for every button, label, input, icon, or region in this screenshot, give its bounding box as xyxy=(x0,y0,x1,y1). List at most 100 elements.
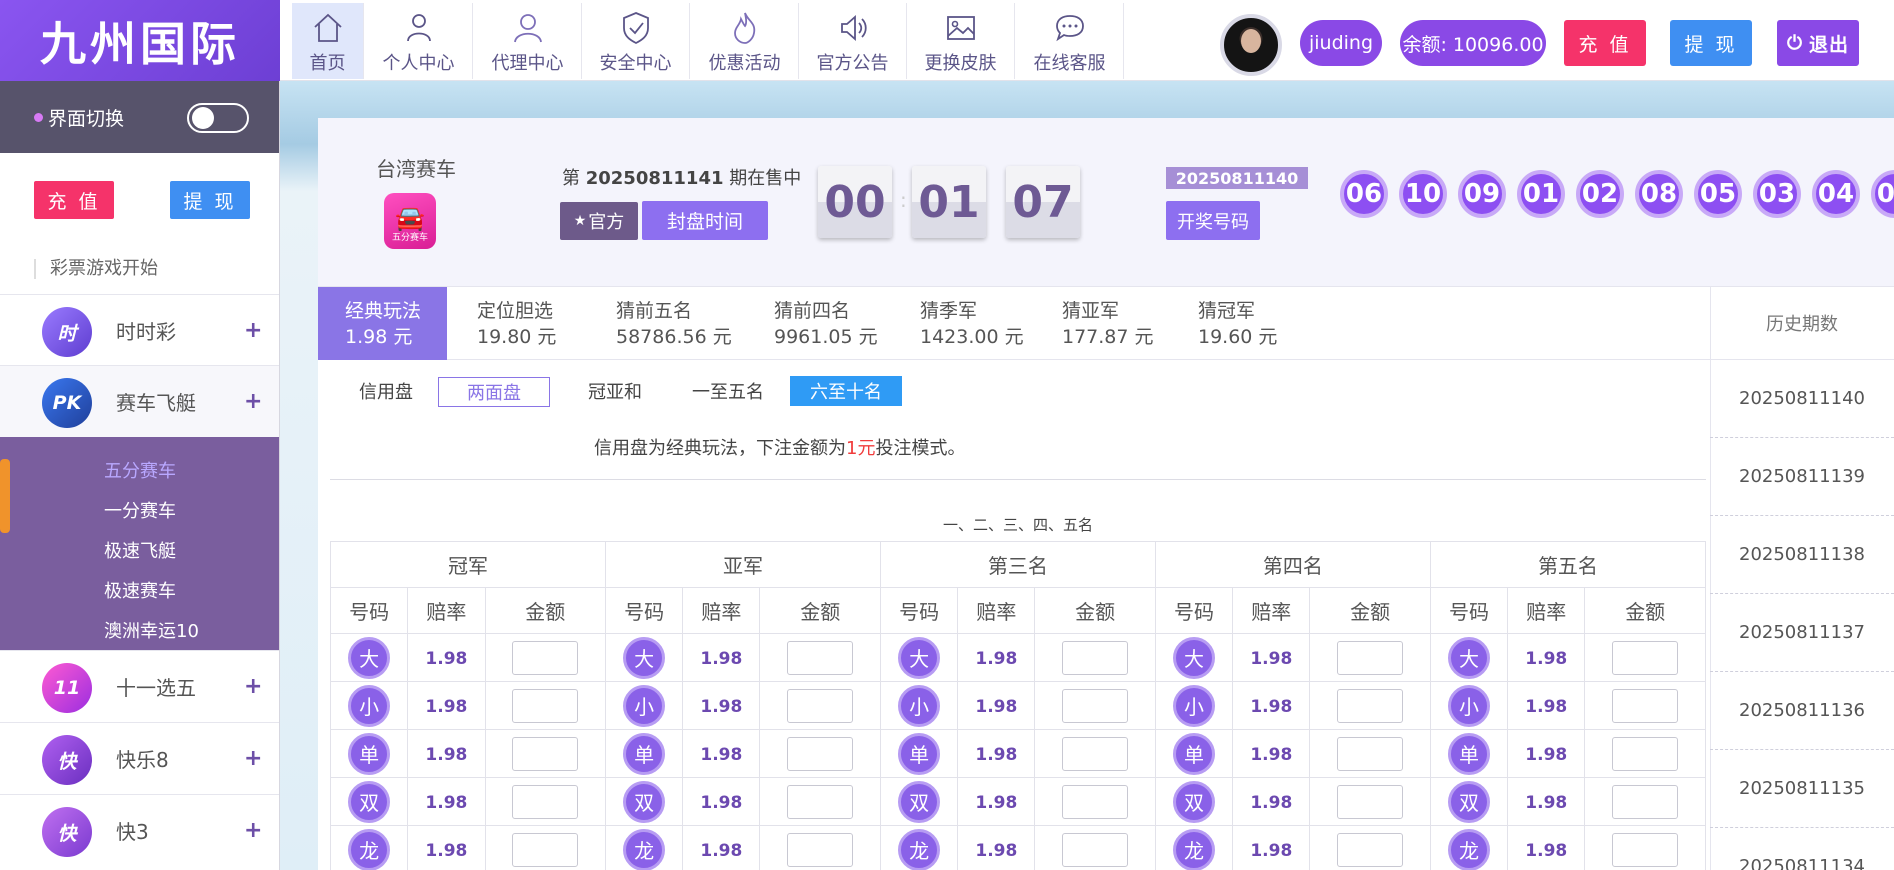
bet-option-ball[interactable]: 双 xyxy=(1448,780,1491,823)
sidebar-withdraw-button[interactable]: 提 现 xyxy=(170,181,250,219)
nav-item-2[interactable]: 代理中心 xyxy=(474,3,582,79)
bet-option-ball[interactable]: 龙 xyxy=(623,828,666,870)
bet-option-cell[interactable]: 大 xyxy=(604,633,684,682)
nav-item-4[interactable]: 优惠活动 xyxy=(691,3,799,79)
logout-button[interactable]: ⏻ 退出 xyxy=(1777,20,1859,66)
bet-option-ball[interactable]: 小 xyxy=(348,684,391,727)
submenu-item-3[interactable]: 极速赛车 xyxy=(104,577,176,603)
bet-amount-input[interactable] xyxy=(512,784,579,819)
bet-option-ball[interactable]: 单 xyxy=(1173,732,1216,775)
play-tab-2[interactable]: 猜前五名 58786.56 元 xyxy=(586,287,744,360)
nav-item-5[interactable]: 官方公告 xyxy=(799,3,907,79)
bet-option-cell[interactable]: 龙 xyxy=(329,825,409,870)
bet-amount-input[interactable] xyxy=(1612,640,1679,675)
recharge-button[interactable]: 充 值 xyxy=(1564,20,1646,66)
bet-option-cell[interactable]: 大 xyxy=(1429,633,1509,682)
bet-option-cell[interactable]: 龙 xyxy=(1429,825,1509,870)
history-period-item[interactable]: 20250811136 xyxy=(1710,672,1894,750)
bet-amount-input[interactable] xyxy=(787,736,854,771)
bet-option-ball[interactable]: 龙 xyxy=(1448,828,1491,870)
play-tab-3[interactable]: 猜前四名 9961.05 元 xyxy=(744,287,890,360)
nav-item-1[interactable]: 个人中心 xyxy=(365,3,473,79)
bet-amount-input[interactable] xyxy=(787,784,854,819)
bet-amount-input[interactable] xyxy=(1062,640,1129,675)
bet-option-cell[interactable]: 大 xyxy=(879,633,959,682)
bet-amount-input[interactable] xyxy=(512,736,579,771)
sidebar-category-2[interactable]: 11 十一选五 + xyxy=(0,650,279,722)
nav-item-7[interactable]: 在线客服 xyxy=(1016,3,1124,79)
play-tab-4[interactable]: 猜季军 1423.00 元 xyxy=(890,287,1032,360)
history-period-item[interactable]: 20250811135 xyxy=(1710,750,1894,828)
tab-champion-runner[interactable]: 冠亚和 xyxy=(574,376,656,406)
bet-option-ball[interactable]: 单 xyxy=(898,732,941,775)
bet-option-cell[interactable]: 小 xyxy=(329,681,409,730)
close-time-button[interactable]: 封盘时间 xyxy=(642,201,768,240)
bet-option-cell[interactable]: 双 xyxy=(329,777,409,826)
nav-item-0[interactable]: 首页 xyxy=(292,3,364,79)
bet-option-cell[interactable]: 单 xyxy=(1154,729,1234,778)
bet-amount-input[interactable] xyxy=(1062,832,1129,867)
bet-amount-input[interactable] xyxy=(1612,832,1679,867)
bet-amount-input[interactable] xyxy=(1612,688,1679,723)
bet-option-ball[interactable]: 单 xyxy=(348,732,391,775)
bet-option-cell[interactable]: 小 xyxy=(1154,681,1234,730)
withdraw-button[interactable]: 提 现 xyxy=(1670,20,1752,66)
expand-plus-icon[interactable]: + xyxy=(244,818,262,843)
bet-option-ball[interactable]: 大 xyxy=(348,636,391,679)
bet-option-cell[interactable]: 单 xyxy=(879,729,959,778)
bet-option-ball[interactable]: 大 xyxy=(623,636,666,679)
play-tab-1[interactable]: 定位胆选 19.80 元 xyxy=(447,287,586,360)
play-tab-6[interactable]: 猜冠军 19.60 元 xyxy=(1168,287,1298,360)
history-period-item[interactable]: 20250811140 xyxy=(1710,360,1894,438)
user-avatar[interactable] xyxy=(1220,14,1282,76)
expand-plus-icon[interactable]: + xyxy=(244,389,262,414)
bet-amount-input[interactable] xyxy=(512,640,579,675)
bet-option-cell[interactable]: 单 xyxy=(604,729,684,778)
history-period-item[interactable]: 20250811134 xyxy=(1710,828,1894,870)
bet-option-ball[interactable]: 双 xyxy=(348,780,391,823)
draw-numbers-button[interactable]: 开奖号码 xyxy=(1166,201,1260,240)
nav-item-6[interactable]: 更换皮肤 xyxy=(907,3,1015,79)
sidebar-category-1[interactable]: PK 赛车飞艇 + xyxy=(0,365,279,437)
history-period-item[interactable]: 20250811139 xyxy=(1710,438,1894,516)
sidebar-scrollbar[interactable] xyxy=(0,459,10,533)
site-logo[interactable]: 九州国际 xyxy=(0,0,280,81)
bet-amount-input[interactable] xyxy=(1062,736,1129,771)
sidebar-category-3[interactable]: 快快乐8 + xyxy=(0,722,279,794)
bet-amount-input[interactable] xyxy=(512,832,579,867)
submenu-item-1[interactable]: 一分赛车 xyxy=(104,497,176,523)
bet-option-cell[interactable]: 小 xyxy=(1429,681,1509,730)
nav-item-3[interactable]: 安全中心 xyxy=(582,3,690,79)
bet-option-cell[interactable]: 双 xyxy=(604,777,684,826)
bet-option-cell[interactable]: 单 xyxy=(329,729,409,778)
expand-plus-icon[interactable]: + xyxy=(244,674,262,699)
bet-option-ball[interactable]: 龙 xyxy=(1173,828,1216,870)
bet-option-cell[interactable]: 大 xyxy=(329,633,409,682)
bet-option-ball[interactable]: 双 xyxy=(623,780,666,823)
bet-amount-input[interactable] xyxy=(1337,640,1404,675)
bet-option-ball[interactable]: 龙 xyxy=(898,828,941,870)
bet-option-ball[interactable]: 小 xyxy=(1448,684,1491,727)
bet-amount-input[interactable] xyxy=(1337,784,1404,819)
bet-option-cell[interactable]: 小 xyxy=(604,681,684,730)
play-tab-0[interactable]: 经典玩法 1.98 元 xyxy=(318,287,447,360)
bet-amount-input[interactable] xyxy=(1062,688,1129,723)
bet-option-cell[interactable]: 龙 xyxy=(879,825,959,870)
history-period-item[interactable]: 20250811138 xyxy=(1710,516,1894,594)
username-badge[interactable]: jiuding xyxy=(1300,20,1382,66)
submenu-item-4[interactable]: 澳洲幸运10 xyxy=(104,617,199,643)
bet-amount-input[interactable] xyxy=(787,688,854,723)
sidebar-recharge-button[interactable]: 充 值 xyxy=(34,181,114,219)
bet-amount-input[interactable] xyxy=(787,832,854,867)
bet-amount-input[interactable] xyxy=(1337,832,1404,867)
bet-option-cell[interactable]: 小 xyxy=(879,681,959,730)
bet-amount-input[interactable] xyxy=(1612,784,1679,819)
bet-option-ball[interactable]: 小 xyxy=(898,684,941,727)
submenu-item-0[interactable]: 五分赛车 xyxy=(104,457,176,483)
bet-amount-input[interactable] xyxy=(787,640,854,675)
bet-amount-input[interactable] xyxy=(1062,784,1129,819)
bet-option-ball[interactable]: 小 xyxy=(623,684,666,727)
bet-option-ball[interactable]: 大 xyxy=(898,636,941,679)
tab-one-to-five[interactable]: 一至五名 xyxy=(684,376,772,406)
bet-option-ball[interactable]: 小 xyxy=(1173,684,1216,727)
